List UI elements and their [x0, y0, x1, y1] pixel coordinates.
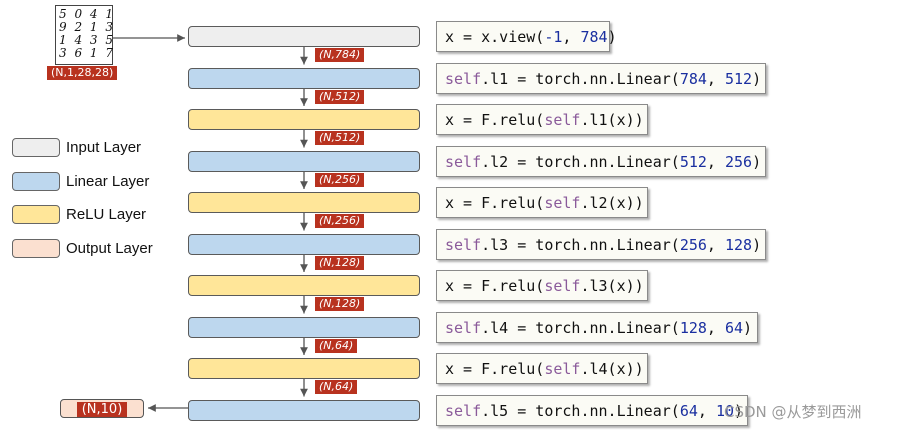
- legend-swatch-relu: [12, 205, 60, 224]
- watermark: CSDN @从梦到西洲: [724, 403, 862, 421]
- tensor-shape-tag: (N,128): [315, 255, 365, 270]
- code-line-box: self.l2 = torch.nn.Linear(512, 256): [436, 145, 766, 177]
- code-line-box: self.l5 = torch.nn.Linear(64, 10): [436, 394, 748, 426]
- tensor-shape-tag: (N,64): [315, 338, 358, 353]
- tensor-shape-tag: (N,256): [315, 172, 365, 187]
- code-line-box: x = x.view(-1, 784): [436, 21, 617, 52]
- output-shape-tag: (N,10): [60, 399, 144, 418]
- digit-row: 3 6 1 7: [59, 46, 115, 60]
- relu-layer-block: [188, 275, 420, 296]
- tensor-shape-tag: (N,784): [315, 48, 365, 62]
- linear-layer-block: [188, 233, 420, 255]
- tensor-shape-tag: (N,256): [315, 214, 365, 228]
- tensor-shape-tag: (N,512): [315, 89, 365, 104]
- code-line-box: self.l4 = torch.nn.Linear(128, 64): [436, 311, 758, 343]
- relu-layer-block: [188, 358, 420, 379]
- legend-label-output: Output Layer: [66, 240, 153, 257]
- legend-swatch-input: [12, 138, 60, 157]
- tensor-shape-tag: (N,128): [315, 297, 365, 311]
- legend-label-linear: Linear Layer: [66, 173, 150, 190]
- linear-layer-block: [188, 150, 420, 172]
- legend-swatch-output: [12, 239, 60, 258]
- code-line-box: x = F.relu(self.l3(x)): [436, 270, 648, 301]
- code-line-box: x = F.relu(self.l2(x)): [436, 187, 648, 218]
- code-line-box: self.l3 = torch.nn.Linear(256, 128): [436, 228, 766, 260]
- mnist-digits-image: 5 0 4 1 9 2 1 3 1 4 3 5 3 6 1 7: [55, 5, 113, 65]
- tensor-shape-tag: (N,512): [315, 131, 365, 145]
- linear-layer-block: [188, 316, 420, 338]
- output-shape-text: (N,10): [76, 402, 128, 417]
- tensor-shape-tag: (N,64): [315, 380, 358, 394]
- relu-layer-block: [188, 109, 420, 130]
- legend-label-input: Input Layer: [66, 139, 142, 156]
- legend-label-relu: ReLU Layer: [66, 206, 147, 223]
- legend-swatch-linear: [12, 172, 60, 191]
- code-line-box: self.l1 = torch.nn.Linear(784, 512): [436, 62, 766, 94]
- code-line-box: x = F.relu(self.l1(x)): [436, 104, 648, 135]
- input-layer-block: [188, 26, 420, 47]
- linear-layer-block: [188, 399, 420, 421]
- code-line-box: x = F.relu(self.l4(x)): [436, 353, 648, 384]
- linear-layer-block: [188, 67, 420, 89]
- relu-layer-block: [188, 192, 420, 213]
- input-shape-tag: (N,1,28,28): [47, 66, 118, 80]
